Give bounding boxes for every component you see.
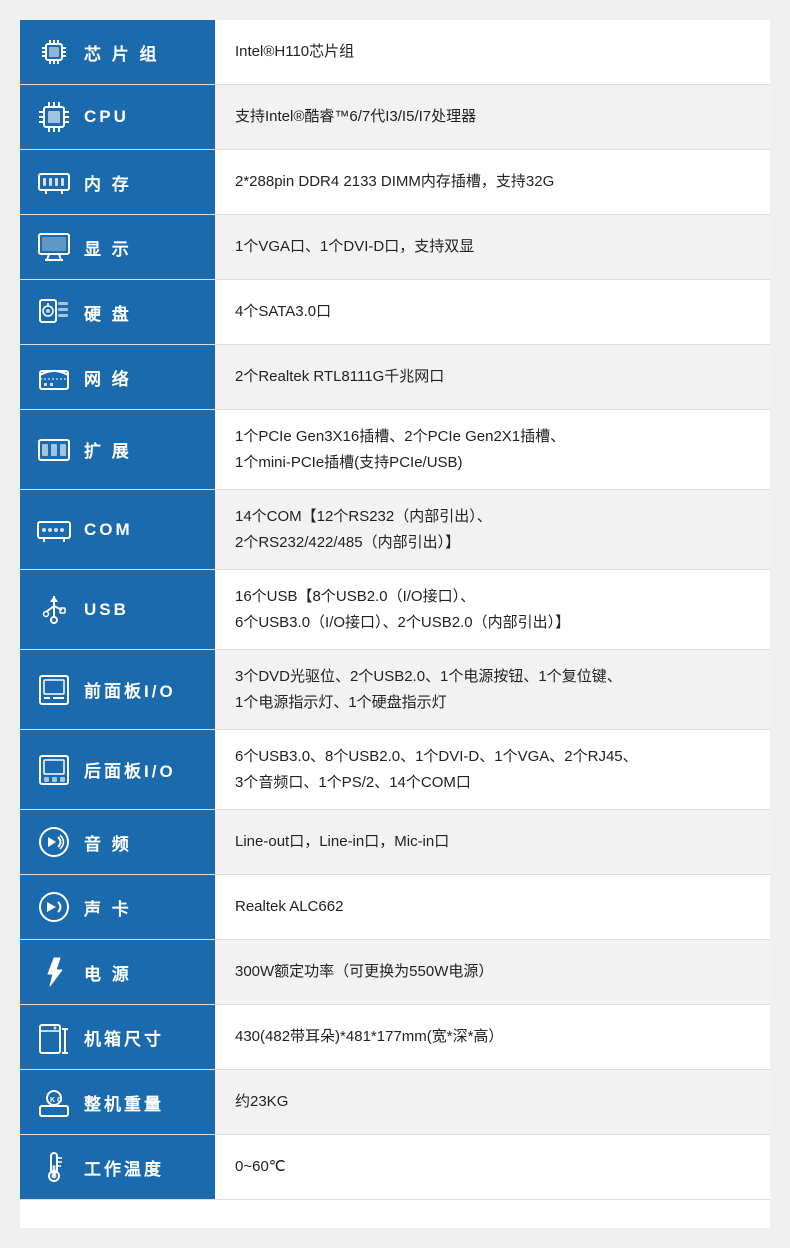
spec-value-expand: 1个PCIe Gen3X16插槽、2个PCIe Gen2X1插槽、 1个mini… — [215, 410, 770, 489]
spec-label-network: 网 络 — [20, 345, 215, 409]
spec-label-text-audio: 音 频 — [84, 830, 132, 855]
spec-label-text-display: 显 示 — [84, 235, 132, 260]
hdd-icon — [34, 292, 74, 332]
spec-value-chipset: Intel®H110芯片组 — [215, 20, 770, 84]
power-icon — [34, 952, 74, 992]
spec-value-temp: 0~60℃ — [215, 1135, 770, 1199]
spec-label-audio: 音 频 — [20, 810, 215, 874]
spec-label-text-hdd: 硬 盘 — [84, 300, 132, 325]
spec-value-power: 300W额定功率（可更换为550W电源） — [215, 940, 770, 1004]
svg-text:KG: KG — [50, 1097, 65, 1104]
spec-value-rear-io: 6个USB3.0、8个USB2.0、1个DVI-D、1个VGA、2个RJ45、 … — [215, 730, 770, 809]
spec-label-text-usb: USB — [84, 600, 129, 620]
spec-label-front-io: 前面板I/O — [20, 650, 215, 729]
spec-label-text-network: 网 络 — [84, 365, 132, 390]
front-io-icon — [34, 670, 74, 710]
spec-label-text-cpu: CPU — [84, 107, 129, 127]
spec-value-soundcard: Realtek ALC662 — [215, 875, 770, 939]
chipset-icon — [34, 32, 74, 72]
spec-label-text-soundcard: 声 卡 — [84, 895, 132, 920]
spec-label-temp: 工作温度 — [20, 1135, 215, 1199]
soundcard-icon — [34, 887, 74, 927]
spec-value-audio: Line-out口，Line-in口，Mic-in口 — [215, 810, 770, 874]
expand-icon — [34, 430, 74, 470]
weight-icon: KG — [34, 1082, 74, 1122]
usb-icon — [34, 590, 74, 630]
spec-row-expand: 扩 展 1个PCIe Gen3X16插槽、2个PCIe Gen2X1插槽、 1个m… — [20, 410, 770, 490]
spec-row-rear-io: 后面板I/O 6个USB3.0、8个USB2.0、1个DVI-D、1个VGA、2个… — [20, 730, 770, 810]
case-size-icon — [34, 1017, 74, 1057]
cpu-icon — [34, 97, 74, 137]
spec-label-hdd: 硬 盘 — [20, 280, 215, 344]
com-icon — [34, 510, 74, 550]
spec-label-text-memory: 内 存 — [84, 170, 132, 195]
spec-row-temp: 工作温度 0~60℃ — [20, 1135, 770, 1200]
spec-row-com: COM 14个COM【12个RS232（内部引出）、 2个RS232/422/48… — [20, 490, 770, 570]
spec-label-text-weight: 整机重量 — [84, 1090, 164, 1115]
spec-row-cpu: CPU 支持Intel®酷睿™6/7代I3/I5/I7处理器 — [20, 85, 770, 150]
spec-label-power: 电 源 — [20, 940, 215, 1004]
spec-row-weight: KG 整机重量约23KG — [20, 1070, 770, 1135]
spec-row-display: 显 示 1个VGA口、1个DVI-D口，支持双显 — [20, 215, 770, 280]
display-icon — [34, 227, 74, 267]
spec-row-case-size: 机箱尺寸 430(482带耳朵)*481*177mm(宽*深*高） — [20, 1005, 770, 1070]
spec-value-memory: 2*288pin DDR4 2133 DIMM内存插槽，支持32G — [215, 150, 770, 214]
spec-value-hdd: 4个SATA3.0口 — [215, 280, 770, 344]
spec-label-expand: 扩 展 — [20, 410, 215, 489]
spec-label-memory: 内 存 — [20, 150, 215, 214]
spec-value-network: 2个Realtek RTL8111G千兆网口 — [215, 345, 770, 409]
spec-label-text-chipset: 芯 片 组 — [84, 40, 159, 65]
spec-label-text-rear-io: 后面板I/O — [84, 757, 176, 782]
spec-row-chipset: 芯 片 组 Intel®H110芯片组 — [20, 20, 770, 85]
spec-value-display: 1个VGA口、1个DVI-D口，支持双显 — [215, 215, 770, 279]
spec-value-front-io: 3个DVD光驱位、2个USB2.0、1个电源按钮、1个复位键、 1个电源指示灯、… — [215, 650, 770, 729]
spec-value-case-size: 430(482带耳朵)*481*177mm(宽*深*高） — [215, 1005, 770, 1069]
spec-label-chipset: 芯 片 组 — [20, 20, 215, 84]
spec-value-weight: 约23KG — [215, 1070, 770, 1134]
spec-row-network: 网 络 2个Realtek RTL8111G千兆网口 — [20, 345, 770, 410]
rear-io-icon — [34, 750, 74, 790]
audio-icon — [34, 822, 74, 862]
spec-row-audio: 音 频 Line-out口，Line-in口，Mic-in口 — [20, 810, 770, 875]
spec-row-power: 电 源 300W额定功率（可更换为550W电源） — [20, 940, 770, 1005]
spec-label-text-temp: 工作温度 — [84, 1155, 164, 1180]
spec-row-memory: 内 存 2*288pin DDR4 2133 DIMM内存插槽，支持32G — [20, 150, 770, 215]
spec-label-case-size: 机箱尺寸 — [20, 1005, 215, 1069]
spec-label-text-front-io: 前面板I/O — [84, 677, 176, 702]
spec-row-hdd: 硬 盘 4个SATA3.0口 — [20, 280, 770, 345]
spec-label-display: 显 示 — [20, 215, 215, 279]
spec-value-com: 14个COM【12个RS232（内部引出）、 2个RS232/422/485（内… — [215, 490, 770, 569]
spec-label-usb: USB — [20, 570, 215, 649]
spec-value-usb: 16个USB【8个USB2.0（I/O接口）、 6个USB3.0（I/O接口）、… — [215, 570, 770, 649]
spec-label-rear-io: 后面板I/O — [20, 730, 215, 809]
spec-row-usb: USB 16个USB【8个USB2.0（I/O接口）、 6个USB3.0（I/O接… — [20, 570, 770, 650]
temp-icon — [34, 1147, 74, 1187]
spec-label-text-power: 电 源 — [84, 960, 132, 985]
spec-label-soundcard: 声 卡 — [20, 875, 215, 939]
spec-label-com: COM — [20, 490, 215, 569]
spec-label-weight: KG 整机重量 — [20, 1070, 215, 1134]
spec-label-text-case-size: 机箱尺寸 — [84, 1025, 164, 1050]
spec-label-cpu: CPU — [20, 85, 215, 149]
spec-label-text-expand: 扩 展 — [84, 437, 132, 462]
spec-value-cpu: 支持Intel®酷睿™6/7代I3/I5/I7处理器 — [215, 85, 770, 149]
spec-row-front-io: 前面板I/O 3个DVD光驱位、2个USB2.0、1个电源按钮、1个复位键、 1个… — [20, 650, 770, 730]
spec-label-text-com: COM — [84, 520, 133, 540]
spec-row-soundcard: 声 卡 Realtek ALC662 — [20, 875, 770, 940]
network-icon — [34, 357, 74, 397]
memory-icon — [34, 162, 74, 202]
spec-table: 芯 片 组 Intel®H110芯片组 CPU 支持Intel®酷睿™6/7代I3/… — [20, 20, 770, 1228]
